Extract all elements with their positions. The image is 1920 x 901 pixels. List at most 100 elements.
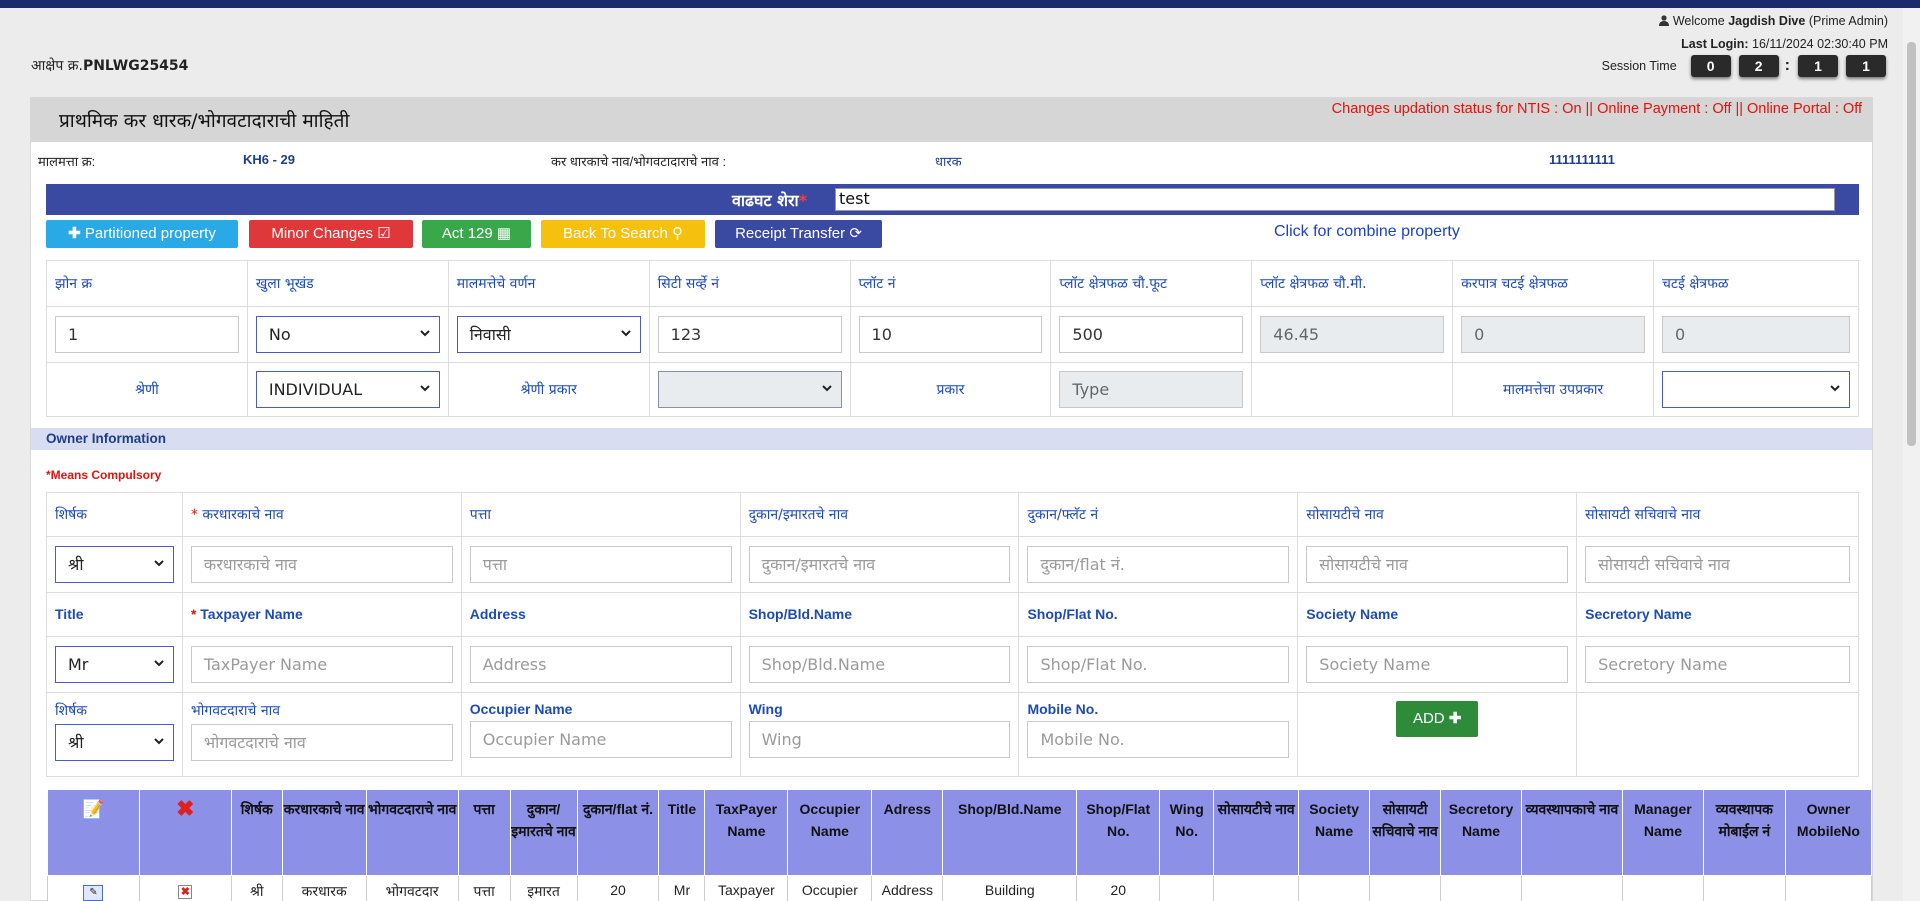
column-header: Secretory Name — [1440, 789, 1522, 876]
table-cell: करधारक — [281, 875, 367, 901]
mr-shop-label: दुकान/इमारतचे नाव — [748, 507, 848, 523]
mr-title-label: शिर्षक — [55, 507, 87, 523]
mr-shop-input[interactable]: दुकान/इमारतचे नाव — [748, 546, 1011, 583]
subtype-label: मालमत्तेचा उपप्रकार — [1452, 362, 1655, 417]
remark-label: वाढघट शेरा* — [732, 191, 808, 210]
column-header: Manager Name — [1621, 789, 1704, 876]
partitioned-property-button[interactable]: ✚ Partitioned property — [46, 220, 238, 248]
calculator-icon: ▦ — [496, 225, 512, 242]
combine-property-link[interactable]: Click for combine property — [1274, 223, 1460, 241]
mr-secretary-input[interactable]: सोसायटी सचिवाचे नाव — [1585, 546, 1850, 583]
remark-input[interactable]: test — [835, 188, 1835, 211]
table-cell — [1621, 875, 1704, 901]
session-timer: Session Time 0 2 : 1 1 — [1602, 55, 1886, 77]
occ-title-select[interactable]: श्री — [55, 724, 174, 761]
property-no-value: KH6 - 29 — [243, 152, 296, 167]
mr-taxpayer-input[interactable]: करधारकाचे नाव — [190, 546, 453, 583]
scrollbar-thumb[interactable] — [1907, 42, 1916, 446]
row-edit-cell[interactable]: ✎ — [47, 875, 140, 901]
en-taxpayer-input[interactable]: TaxPayer Name — [190, 646, 453, 683]
mr-society-input[interactable]: सोसायटीचे नाव — [1306, 546, 1569, 583]
en-secretary-input[interactable]: Secretory Name — [1585, 646, 1850, 683]
table-cell: भोगवटदार — [365, 875, 459, 901]
category-type-select[interactable] — [657, 371, 842, 408]
holder-name-label: कर धारकाचे नाव/भोगवटादाराचे नाव : — [551, 154, 727, 169]
holder-mobile-value: 1111111111 — [1549, 152, 1615, 167]
mr-address-input[interactable]: पत्ता — [469, 546, 732, 583]
wing-label: Wing — [748, 701, 783, 717]
carpet-input: 0 — [1662, 316, 1850, 353]
panel-header: प्राथमिक कर धारक/भोगवटादाराची माहिती Cha… — [31, 98, 1872, 142]
en-flat-input[interactable]: Shop/Flat No. — [1027, 646, 1290, 683]
table-cell — [1298, 875, 1371, 901]
header-open-plot: खुला भूखंड — [246, 260, 449, 307]
column-header: दुकान/flat नं. — [576, 789, 660, 876]
table-cell — [1784, 875, 1873, 901]
open-plot-select[interactable]: No — [255, 316, 440, 353]
plot-no-input[interactable]: 10 — [858, 316, 1043, 353]
remark-bar: वाढघट शेरा* test — [46, 184, 1859, 215]
update-status: Changes updation status for NTIS : On ||… — [1331, 101, 1862, 117]
table-cell — [1213, 875, 1300, 901]
column-header: व्यवस्थापकाचे नाव — [1521, 789, 1623, 876]
mr-title-select[interactable]: श्री — [55, 546, 174, 583]
category-label: श्रेणी — [46, 362, 248, 417]
wing-input[interactable]: Wing — [748, 721, 1011, 758]
add-owner-button[interactable]: ADD ✚ — [1396, 701, 1479, 737]
mobile-input[interactable]: Mobile No. — [1027, 721, 1290, 758]
city-survey-input[interactable]: 123 — [657, 316, 842, 353]
en-taxpayer-label: * Taxpayer Name — [190, 606, 303, 622]
owner-section-header: Owner Information — [31, 428, 1872, 450]
area-sqm-input: 46.45 — [1260, 316, 1445, 353]
table-row: ✎ ✖ श्री करधारक भोगवटदार पत्ता इमारत 20 Mr Taxpay… — [47, 875, 1873, 901]
en-address-input[interactable]: Address — [469, 646, 732, 683]
en-address-label: Address — [469, 606, 526, 622]
column-header: TaxPayer Name — [704, 789, 789, 876]
top-accent-bar — [0, 0, 1920, 8]
column-header: Title — [658, 789, 706, 876]
act-129-button[interactable]: Act 129 ▦ — [422, 220, 531, 248]
subtype-select[interactable] — [1662, 371, 1850, 408]
minor-changes-button[interactable]: Minor Changes ☑ — [249, 220, 413, 248]
receipt-transfer-button[interactable]: Receipt Transfer ⟳ — [715, 220, 882, 248]
column-header: शिर्षक — [230, 789, 283, 876]
mr-taxpayer-label: * करधारकाचे नाव — [190, 507, 284, 523]
page-scrollbar[interactable] — [1903, 8, 1920, 901]
header-city-survey: सिटी सर्व्हे नं — [648, 260, 851, 307]
owner-grid: शिर्षक * करधारकाचे नाव पत्ता दुकान/इमारत… — [46, 492, 1859, 777]
en-title-label: Title — [55, 606, 84, 622]
edit-icon[interactable]: ✎ — [83, 885, 104, 901]
en-shop-input[interactable]: Shop/Bld.Name — [748, 646, 1011, 683]
mr-secretary-label: सोसायटी सचिवाचे नाव — [1585, 507, 1701, 523]
column-header: व्यवस्थापक मोबाईल नं — [1702, 789, 1786, 876]
area-sqft-input[interactable]: 500 — [1059, 316, 1244, 353]
holder-name-value: धारक — [935, 154, 962, 169]
chevron-down-icon — [154, 660, 164, 667]
chevron-down-icon — [620, 330, 631, 337]
occ-name-mr-input[interactable]: भोगवटदाराचे नाव — [190, 724, 453, 761]
description-select[interactable]: निवासी — [456, 316, 641, 353]
occ-name-input[interactable]: Occupier Name — [469, 721, 732, 758]
table-cell: Taxpayer — [704, 875, 789, 901]
mr-flat-input[interactable]: दुकान/flat नं. — [1027, 546, 1290, 583]
zone-input[interactable]: 1 — [55, 316, 239, 353]
delete-icon: ✖ — [176, 796, 195, 821]
chevron-down-icon — [821, 385, 832, 392]
table-cell: पत्ता — [457, 875, 511, 901]
table-cell: इमारत — [509, 875, 578, 901]
table-cell: Building — [942, 875, 1078, 901]
en-title-select[interactable]: Mr — [55, 646, 174, 683]
type-input: Type — [1059, 371, 1244, 408]
table-cell — [1440, 875, 1522, 901]
last-login: Last Login: 16/11/2024 02:30:40 PM — [1681, 37, 1888, 51]
category-select[interactable]: INDIVIDUAL — [255, 371, 440, 408]
delete-icon[interactable]: ✖ — [178, 885, 193, 899]
header-description: मालमत्तेचे वर्णन — [447, 260, 650, 307]
row-delete-cell[interactable]: ✖ — [138, 875, 232, 901]
column-header: Owner MobileNo — [1784, 789, 1873, 876]
mr-address-label: पत्ता — [469, 507, 492, 523]
column-header: Shop/Bld.Name — [942, 789, 1078, 876]
en-society-input[interactable]: Society Name — [1306, 646, 1569, 683]
back-to-search-button[interactable]: Back To Search ⚲ — [541, 220, 705, 248]
mr-flat-label: दुकान/फ्लॅट नं — [1027, 507, 1099, 523]
